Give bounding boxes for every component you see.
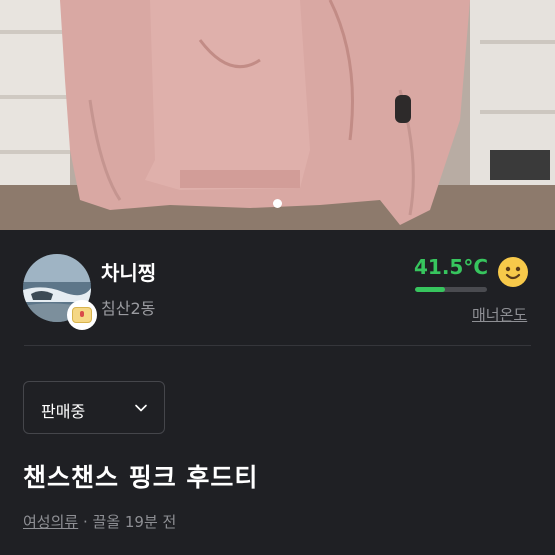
post-meta: 여성의류 · 끌올 19분 전 (23, 511, 176, 532)
product-photo[interactable] (0, 0, 555, 230)
manner-temperature: 41.5°C (414, 255, 489, 279)
manner-temperature-fill (415, 287, 446, 292)
carousel-dot-active[interactable] (273, 199, 282, 208)
seller-name[interactable]: 차니찡 (101, 257, 156, 286)
post-title: 챈스챈스 핑크 후드티 (23, 463, 259, 492)
pink-hoodie-photo (0, 0, 555, 230)
sale-status-value: 판매중 (41, 402, 86, 421)
chevron-down-icon (135, 404, 147, 412)
post-category-link[interactable]: 여성의류 (23, 513, 78, 531)
sale-status-select[interactable]: 판매중 (23, 381, 165, 434)
manner-temperature-link[interactable]: 매너온도 (472, 304, 527, 325)
meta-separator: · (78, 513, 93, 531)
manner-temperature-bar (415, 287, 487, 292)
calendar-badge-icon (67, 300, 97, 330)
section-divider (24, 345, 531, 346)
carousel-dots (0, 199, 555, 208)
post-time: 끌올 19분 전 (92, 513, 177, 531)
smile-face-icon (498, 257, 528, 287)
seller-location: 침산2동 (101, 299, 156, 318)
